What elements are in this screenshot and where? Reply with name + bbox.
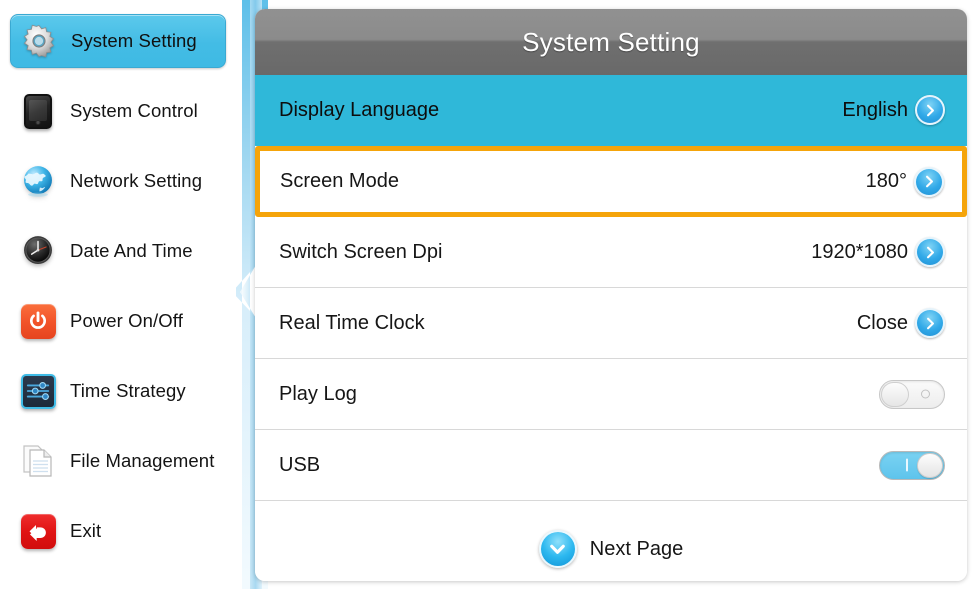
sidebar-item-label: Exit bbox=[70, 519, 102, 541]
row-label: Display Language bbox=[279, 98, 440, 121]
tablet-icon bbox=[19, 92, 57, 130]
row-control[interactable] bbox=[879, 379, 945, 409]
chevron-right-icon[interactable] bbox=[915, 95, 945, 125]
chevron-right-icon[interactable] bbox=[915, 237, 945, 267]
sliders-icon bbox=[19, 372, 57, 410]
sidebar-item-system-control[interactable]: System Control bbox=[10, 84, 226, 138]
sidebar: System Setting System Control Network Se… bbox=[0, 0, 236, 589]
settings-row-screen-mode[interactable]: Screen Mode 180° bbox=[255, 146, 967, 217]
row-control[interactable]: Close bbox=[857, 308, 945, 338]
settings-row-usb[interactable]: USB bbox=[255, 430, 967, 501]
sidebar-item-label: Date And Time bbox=[70, 239, 193, 261]
row-label: Screen Mode bbox=[280, 170, 399, 192]
sidebar-item-label: Network Setting bbox=[70, 169, 203, 191]
toggle-knob bbox=[917, 452, 943, 478]
settings-panel: System Setting Display Language English … bbox=[255, 9, 967, 581]
next-page-label[interactable]: Next Page bbox=[590, 538, 683, 561]
settings-row-real-time-clock[interactable]: Real Time Clock Close bbox=[255, 288, 967, 359]
row-control[interactable]: 1920*1080 bbox=[811, 237, 945, 267]
sidebar-item-power-on-off[interactable]: Power On/Off bbox=[10, 294, 226, 348]
settings-row-play-log[interactable]: Play Log bbox=[255, 359, 967, 430]
usb-toggle[interactable] bbox=[879, 450, 945, 480]
toggle-off-indicator bbox=[921, 389, 930, 399]
settings-row-display-language[interactable]: Display Language English bbox=[255, 75, 967, 146]
clock-icon bbox=[19, 232, 57, 270]
chevron-right-icon[interactable] bbox=[914, 166, 944, 197]
toggle-knob bbox=[881, 381, 909, 407]
chevron-right-icon[interactable] bbox=[915, 308, 945, 338]
row-control[interactable] bbox=[879, 450, 945, 480]
gear-icon bbox=[20, 22, 58, 60]
toggle-on-indicator bbox=[906, 458, 908, 472]
documents-icon bbox=[19, 442, 57, 480]
row-value: 1920*1080 bbox=[811, 240, 908, 263]
row-label: Real Time Clock bbox=[279, 311, 425, 334]
settings-screen: System Setting System Control Network Se… bbox=[0, 0, 975, 589]
sidebar-item-label: Power On/Off bbox=[70, 309, 183, 331]
sidebar-item-label: System Control bbox=[70, 99, 198, 121]
sidebar-item-exit[interactable]: Exit bbox=[10, 504, 226, 558]
row-label: USB bbox=[279, 453, 321, 476]
row-value: English bbox=[842, 98, 908, 121]
play-log-toggle[interactable] bbox=[879, 379, 945, 409]
row-value: 180° bbox=[865, 170, 907, 192]
sidebar-item-label: System Setting bbox=[71, 29, 197, 51]
panel-footer[interactable]: Next Page bbox=[255, 517, 967, 581]
sidebar-item-file-management[interactable]: File Management bbox=[10, 434, 226, 488]
row-label: Switch Screen Dpi bbox=[279, 240, 443, 263]
sidebar-item-system-setting[interactable]: System Setting bbox=[10, 14, 226, 68]
sidebar-item-label: File Management bbox=[70, 449, 215, 471]
back-arrow-icon bbox=[19, 512, 57, 550]
row-control[interactable]: English bbox=[842, 95, 945, 125]
power-icon bbox=[19, 302, 57, 340]
row-value: Close bbox=[856, 311, 908, 334]
settings-list: Display Language English Screen Mode 180… bbox=[255, 75, 967, 517]
row-control[interactable]: 180° bbox=[865, 166, 944, 197]
chevron-down-icon[interactable] bbox=[538, 530, 577, 568]
globe-icon bbox=[19, 162, 57, 200]
sidebar-item-network-setting[interactable]: Network Setting bbox=[10, 154, 226, 208]
settings-row-switch-screen-dpi[interactable]: Switch Screen Dpi 1920*1080 bbox=[255, 217, 967, 288]
sidebar-item-time-strategy[interactable]: Time Strategy bbox=[10, 364, 226, 418]
sidebar-item-label: Time Strategy bbox=[70, 379, 186, 401]
page-title: System Setting bbox=[522, 26, 700, 57]
sidebar-item-date-and-time[interactable]: Date And Time bbox=[10, 224, 226, 278]
panel-header: System Setting bbox=[255, 9, 967, 75]
row-label: Play Log bbox=[279, 382, 357, 405]
